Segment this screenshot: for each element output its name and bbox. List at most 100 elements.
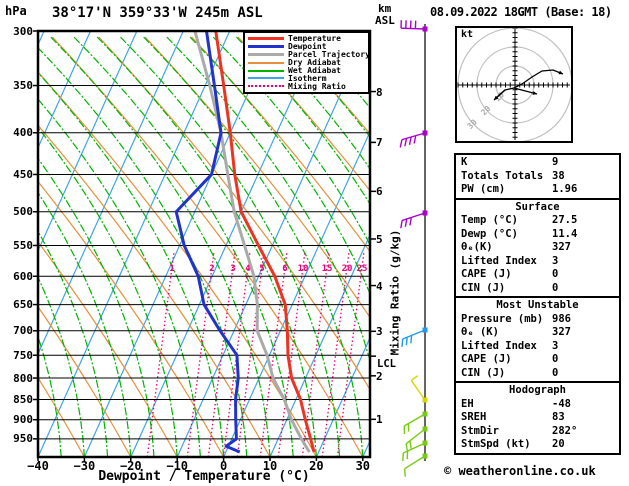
mixing-ratio-line — [236, 251, 265, 457]
legend-sample-dotted — [248, 85, 284, 88]
mixing-ratio-value-label: 20 — [342, 264, 353, 274]
altitude-tick-label: 1 — [376, 413, 383, 427]
stat-value: 3 — [552, 254, 559, 267]
stat-label: EH — [461, 397, 474, 410]
stat-label: θₑ(K) — [461, 241, 493, 253]
stat-row: θₑ (K) 327 — [456, 326, 619, 340]
mixing-ratio-line — [277, 251, 306, 457]
stat-label: Dewp (°C) — [461, 227, 518, 240]
pressure-unit-label: hPa — [5, 4, 27, 18]
stat-label: PW (cm) — [461, 183, 506, 195]
mixing-ratio-line — [207, 251, 236, 457]
temperature-tick-label: −20 — [119, 459, 142, 473]
stat-row: SREH 83 — [456, 411, 619, 425]
stat-row: θₑ(K) 327 — [456, 241, 619, 255]
isotherm-line — [83, 31, 277, 457]
stat-value: 83 — [552, 411, 565, 423]
altitude-tick-label: 8 — [376, 85, 383, 99]
pressure-tick-label: 450 — [13, 167, 33, 181]
pressure-tick-label: 300 — [13, 24, 33, 38]
temperature-tick-label: −30 — [73, 459, 96, 473]
mixing-ratio-value-label: 2 — [209, 264, 214, 274]
legend: Temperature Dewpoint Parcel Trajectory Dry … — [243, 31, 370, 95]
legend-sample-thin — [248, 69, 284, 72]
stats-panel: Most Unstable Pressure (mb) 986 θₑ (K) 327 Li… — [454, 296, 621, 383]
stat-row: CAPE (J) 0 — [456, 268, 619, 282]
wind-barb — [399, 130, 428, 148]
hodograph-unit-label: kt — [461, 29, 474, 40]
altitude-tick-label: 3 — [376, 325, 383, 339]
mixing-ratio-value-label: 25 — [357, 264, 368, 274]
altitude-tick-label: 6 — [376, 185, 383, 199]
stat-value: 0 — [552, 353, 559, 365]
panel-title: Hodograph — [509, 384, 566, 396]
stats-panel: Hodograph EH -48 SREH 83 StmDir 282° StmSpd (kt… — [454, 381, 621, 455]
stat-label: Temp (°C) — [461, 214, 518, 226]
altitude-tick-label: 4 — [376, 279, 383, 293]
temperature-tick-label: 20 — [309, 459, 324, 473]
pressure-tick-label: 850 — [13, 392, 33, 406]
mixing-ratio-value-label: 10 — [298, 264, 309, 274]
stat-row: Totals Totals 38 — [456, 170, 619, 184]
page-title: 38°17'N 359°33'W 245m ASL — [52, 5, 263, 21]
stats-panel: K 9 Totals Totals 38 PW (cm) 1.96 — [454, 153, 621, 200]
panel-title: Surface — [515, 200, 560, 213]
stat-label: Lifted Index — [461, 254, 537, 267]
copyright-label: © weatheronline.co.uk — [444, 464, 596, 478]
legend-sample-thick — [248, 45, 284, 49]
pressure-tick-label: 350 — [13, 79, 33, 93]
stat-label: StmDir — [461, 424, 499, 437]
stat-row: K9 — [456, 156, 619, 170]
stat-value: 20 — [552, 438, 565, 450]
isotherm-line — [130, 31, 324, 457]
stat-value: 327 — [552, 241, 571, 253]
stat-value: -48 — [552, 397, 571, 410]
temperature-tick-label: −40 — [27, 459, 49, 473]
stat-row: EH -48 — [456, 398, 619, 412]
skewt-sounding-app: 1 2 3 4 5 6 10 15 20 25 10 20 30 hPa 38°17'N 359°33'… — [0, 0, 629, 486]
stat-value: 9 — [552, 156, 559, 168]
wet-adiabat-line — [119, 36, 341, 457]
stat-label: CAPE (J) — [461, 353, 512, 365]
wet-adiabat-line — [166, 36, 370, 364]
run-date-label: 08.09.2022 18GMT (Base: 18) — [430, 5, 612, 19]
dry-adiabat-line — [38, 124, 271, 457]
altitude-tick-label: 7 — [376, 136, 383, 150]
pressure-tick-label: 600 — [13, 269, 33, 283]
stat-row: StmDir 282° — [456, 425, 619, 439]
temperature-tick-label: 0 — [219, 459, 228, 473]
page: { "header": { "pressure_unit": "hPa", "t… — [0, 0, 629, 486]
stat-value: 27.5 — [552, 214, 578, 226]
wet-adiabat-line — [235, 36, 370, 206]
mixing-ratio-value-label: 5 — [259, 264, 264, 274]
stat-value: 0 — [552, 281, 559, 294]
mixing-ratio-value-label: 15 — [322, 264, 333, 274]
stat-row: Temp (°C) 27.5 — [456, 214, 619, 228]
mixing-ratio-value-label: 1 — [169, 264, 174, 274]
isotherm-line — [38, 31, 231, 457]
stat-value: 38 — [552, 169, 565, 182]
stat-value: 0 — [552, 268, 559, 280]
stat-row: PW (cm) 1.96 — [456, 183, 619, 197]
stat-row: CAPE (J) 0 — [456, 353, 619, 367]
pressure-tick-label: 500 — [13, 205, 33, 219]
isotherm-line — [223, 130, 370, 457]
stat-row: StmSpd (kt) 20 — [456, 438, 619, 452]
stat-row: Pressure (mb) 986 — [456, 313, 619, 327]
stat-label: StmSpd (kt) — [461, 438, 531, 450]
wind-barb — [403, 453, 428, 477]
stat-row: Lifted Index 3 — [456, 340, 619, 354]
stat-value: 0 — [552, 366, 559, 379]
stat-label: CIN (J) — [461, 281, 506, 294]
stat-value: 3 — [552, 339, 559, 352]
wind-barb — [400, 210, 428, 229]
pressure-tick-label: 750 — [13, 348, 33, 362]
pressure-tick-label: 950 — [13, 432, 33, 446]
stats-panels: K 9 Totals Totals 38 PW (cm) 1.96 Surface Temp … — [454, 153, 621, 455]
wind-barb — [400, 20, 428, 32]
stat-label: K — [461, 156, 468, 168]
wet-adiabat-line — [143, 36, 364, 457]
altitude-tick-label: 5 — [376, 232, 383, 246]
mixing-ratio-value-label: 6 — [282, 264, 287, 274]
stat-value: 282° — [552, 424, 578, 437]
